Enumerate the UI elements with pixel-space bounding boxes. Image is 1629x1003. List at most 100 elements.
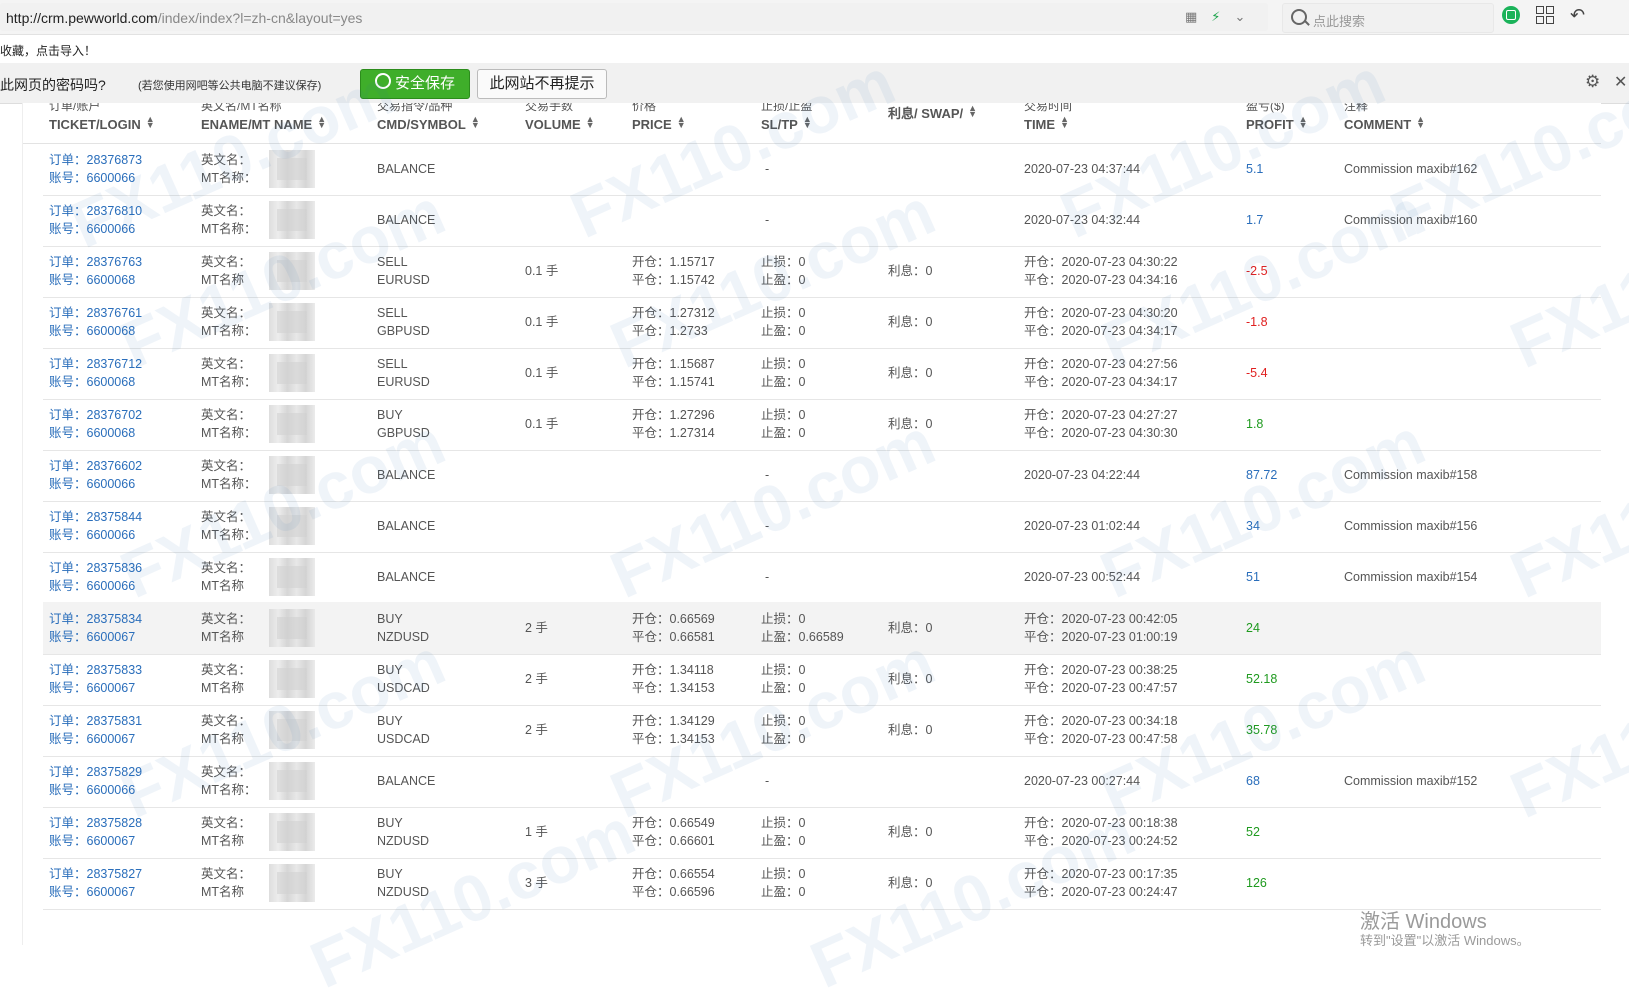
sort-icon[interactable]: ▲ ▼ [677, 115, 686, 130]
column-header-sortable[interactable]: SL/TP ▲ ▼ [761, 115, 812, 133]
volume-text: 0.1 手 [525, 417, 559, 431]
ticket-link[interactable]: 订单：28376712 [49, 355, 142, 373]
toolbar-icons: ↶ [1502, 6, 1585, 24]
table-row[interactable]: 订单：28375834 账号：6600067 英文名： MT名称 BUY NZDUSD 2 … [43, 602, 1601, 655]
column-header-sortable[interactable]: TICKET/LOGIN ▲ ▼ [49, 115, 155, 133]
table-row[interactable]: 订单：28375828 账号：6600067 英文名： MT名称 BUY NZDUSD 1 … [43, 806, 1601, 859]
column-header-sortable[interactable]: COMMENT ▲ ▼ [1344, 115, 1425, 133]
redacted-name-blur [269, 558, 315, 596]
sort-icon[interactable]: ▲ ▼ [471, 115, 480, 130]
login-link[interactable]: 账号：6600067 [49, 628, 135, 646]
login-link[interactable]: 账号：6600067 [49, 679, 135, 697]
column-header-sortable[interactable]: ENAME/MT NAME ▲ ▼ [201, 115, 326, 133]
table-row[interactable]: 订单：28375829 账号：6600066 英文名： MT名称： BALANCE - 20… [43, 755, 1601, 808]
table-header: 订单/账户 TICKET/LOGIN ▲ ▼ 英文名/MT名称 ENAME/MT NAME… [23, 103, 1601, 144]
login-link[interactable]: 账号：6600066 [49, 475, 135, 493]
table-row[interactable]: 订单：28376702 账号：6600068 英文名： MT名称： BUY GBPUSD 0… [43, 398, 1601, 451]
ticket-link[interactable]: 订单：28376761 [49, 304, 142, 322]
table-row[interactable]: 订单：28376712 账号：6600068 英文名： MT名称： SELL EURUSD… [43, 347, 1601, 400]
table-row[interactable]: 订单：28375833 账号：6600067 英文名： MT名称 BUY USDCAD 2 … [43, 653, 1601, 706]
ticket-link[interactable]: 订单：28375829 [49, 763, 142, 781]
mtname-label: MT名称 [201, 885, 245, 899]
login-link[interactable]: 账号：6600066 [49, 169, 135, 187]
login-link[interactable]: 账号：6600068 [49, 271, 135, 289]
ticket-link[interactable]: 订单：28376810 [49, 202, 142, 220]
ticket-link[interactable]: 订单：28376873 [49, 151, 142, 169]
sort-icon[interactable]: ▲ ▼ [803, 115, 812, 130]
ticket-link[interactable]: 订单：28375831 [49, 712, 142, 730]
mtname-label: MT名称： [201, 426, 257, 440]
sort-icon[interactable]: ▲ ▼ [1416, 115, 1425, 130]
ticket-link[interactable]: 订单：28376763 [49, 253, 142, 271]
login-link[interactable]: 账号：6600066 [49, 220, 135, 238]
login-link[interactable]: 账号：6600066 [49, 526, 135, 544]
extension-icon[interactable] [1502, 6, 1520, 24]
chevron-down-icon[interactable]: ⌄ [1234, 9, 1245, 25]
column-header-cn: 注释 [1344, 103, 1369, 113]
mtname-label: MT名称 [201, 630, 245, 644]
sort-icon[interactable]: ▲ ▼ [1060, 115, 1069, 130]
sort-icon[interactable]: ▲ ▼ [968, 104, 977, 119]
column-header-sortable[interactable]: PROFIT ▲ ▼ [1246, 115, 1308, 133]
table-row[interactable]: 订单：28375827 账号：6600067 英文名： MT名称 BUY NZDUSD 3 … [43, 857, 1601, 910]
bookmark-import-text[interactable]: 收藏，点击导入！ [0, 42, 96, 59]
never-prompt-button[interactable]: 此网站不再提示 [477, 69, 607, 99]
table-row[interactable]: 订单：28376602 账号：6600066 英文名： MT名称： BALANCE - 20… [43, 449, 1601, 502]
qr-code-icon[interactable]: ▦ [1185, 9, 1197, 25]
ticket-link[interactable]: 订单：28375836 [49, 559, 142, 577]
login-link[interactable]: 账号：6600067 [49, 883, 135, 901]
undo-icon[interactable]: ↶ [1570, 6, 1585, 24]
address-bar[interactable]: http://crm.pewworld.com/index/index?l=zh… [0, 3, 1268, 31]
profit-value: 1.8 [1246, 417, 1264, 431]
sort-icon[interactable]: ▲ ▼ [146, 115, 155, 130]
login-link[interactable]: 账号：6600067 [49, 730, 135, 748]
mtname-label: MT名称 [201, 732, 245, 746]
login-link[interactable]: 账号：6600067 [49, 832, 135, 850]
ticket-link[interactable]: 订单：28375827 [49, 865, 142, 883]
trade-history-panel: 订单/账户 TICKET/LOGIN ▲ ▼ 英文名/MT名称 ENAME/MT NAME… [22, 103, 1601, 945]
close-time: 平仓：2020-07-23 00:47:58 [1024, 732, 1178, 746]
search-box[interactable]: 点此搜索 [1282, 3, 1494, 33]
close-icon[interactable]: ✕ [1614, 72, 1627, 92]
lightning-icon[interactable]: ⚡ [1211, 9, 1220, 25]
table-row[interactable]: 订单：28376761 账号：6600068 英文名： MT名称： SELL GBPUSD… [43, 296, 1601, 349]
column-header-sortable[interactable]: CMD/SYMBOL ▲ ▼ [377, 115, 480, 133]
ticket-link[interactable]: 订单：28375833 [49, 661, 142, 679]
apps-grid-icon[interactable] [1536, 6, 1554, 24]
login-link[interactable]: 账号：6600066 [49, 577, 135, 595]
login-link[interactable]: 账号：6600068 [49, 424, 135, 442]
table-row[interactable]: 订单：28375831 账号：6600067 英文名： MT名称 BUY USDCAD 2 … [43, 704, 1601, 757]
column-header-sortable[interactable]: 利息/ SWAP/ ▲ ▼ [888, 103, 977, 122]
ticket-link[interactable]: 订单：28375844 [49, 508, 142, 526]
take-profit: 止盈：0 [761, 885, 806, 899]
column-header-cn: 订单/账户 [49, 103, 101, 113]
volume-text: 2 手 [525, 672, 548, 686]
stop-loss: 止损：0 [761, 867, 806, 881]
sort-icon[interactable]: ▲ ▼ [586, 115, 595, 130]
sort-icon[interactable]: ▲ ▼ [317, 115, 326, 130]
login-link[interactable]: 账号：6600068 [49, 373, 135, 391]
ticket-link[interactable]: 订单：28376602 [49, 457, 142, 475]
gear-icon[interactable]: ⚙ [1585, 72, 1600, 92]
column-header-sortable[interactable]: TIME ▲ ▼ [1024, 115, 1069, 133]
table-row[interactable]: 订单：28375836 账号：6600066 英文名： MT名称 BALANCE - 202… [43, 551, 1601, 604]
url-text[interactable]: http://crm.pewworld.com/index/index?l=zh… [6, 10, 362, 26]
login-link[interactable]: 账号：6600068 [49, 322, 135, 340]
safe-save-button[interactable]: 安全保存 [360, 69, 470, 99]
take-profit: 止盈：0 [761, 681, 806, 695]
password-save-note: (若您使用网吧等公共电脑不建议保存) [138, 80, 322, 92]
table-row[interactable]: 订单：28376873 账号：6600066 英文名： MT名称： BALANCE - 20… [43, 143, 1601, 196]
table-row[interactable]: 订单：28376810 账号：6600066 英文名： MT名称： BALANCE - 20… [43, 194, 1601, 247]
sort-icon[interactable]: ▲ ▼ [1299, 115, 1308, 130]
column-header-sortable[interactable]: PRICE ▲ ▼ [632, 115, 686, 133]
ticket-link[interactable]: 订单：28376702 [49, 406, 142, 424]
redacted-name-blur [269, 303, 315, 341]
ticket-link[interactable]: 订单：28375828 [49, 814, 142, 832]
ticket-link[interactable]: 订单：28375834 [49, 610, 142, 628]
column-header-sortable[interactable]: VOLUME ▲ ▼ [525, 115, 595, 133]
table-row[interactable]: 订单：28376763 账号：6600068 英文名： MT名称 SELL EURUSD 0… [43, 245, 1601, 298]
table-row[interactable]: 订单：28375844 账号：6600066 英文名： MT名称： BALANCE - 20… [43, 500, 1601, 553]
cmd-text: BALANCE [377, 519, 436, 533]
close-price: 平仓：1.34153 [632, 732, 715, 746]
login-link[interactable]: 账号：6600066 [49, 781, 135, 799]
